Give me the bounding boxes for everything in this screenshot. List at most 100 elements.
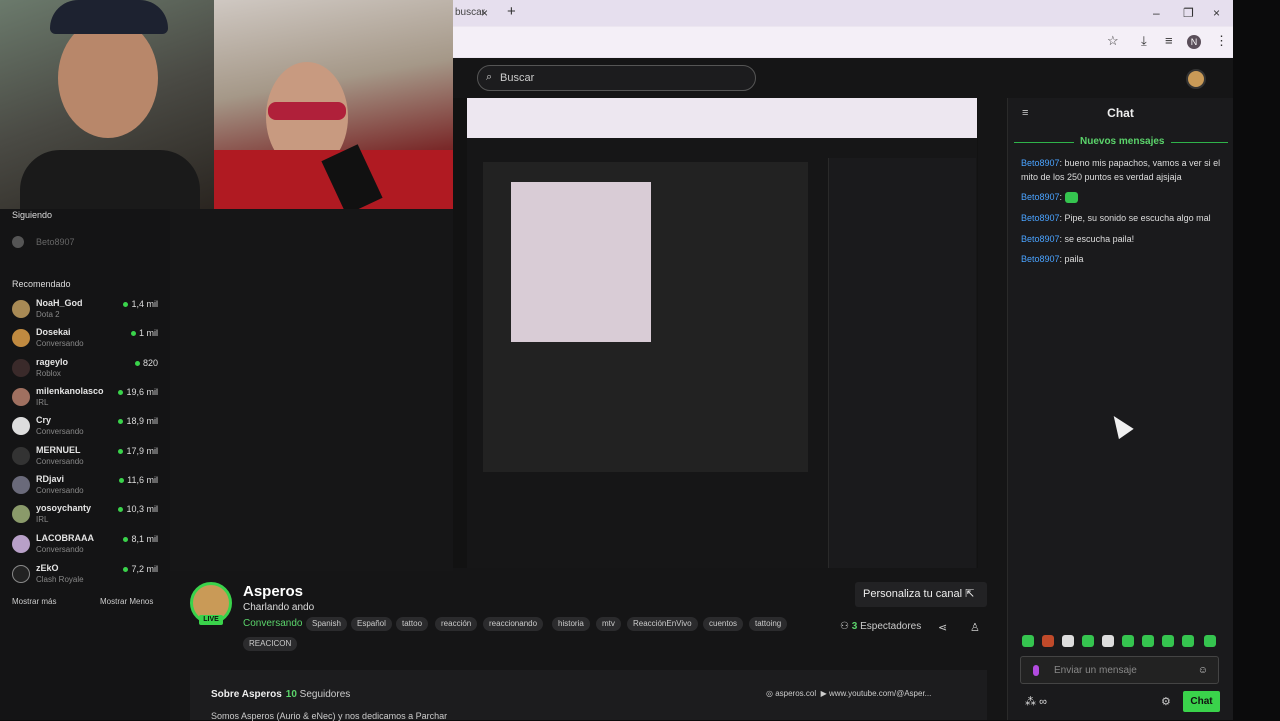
youtube-link[interactable]: ▶ www.youtube.com/@Asper... [821, 689, 932, 698]
tag[interactable]: Español [351, 617, 392, 631]
browser-chrome: buscar co × + – ❐ × ☆ ⤓ ≡ N ⋮ [453, 0, 1233, 58]
emote-icon[interactable] [1204, 635, 1216, 647]
tag[interactable]: reacción [435, 617, 478, 631]
new-tab-button[interactable]: + [507, 3, 516, 20]
chat-username[interactable]: Beto8907 [1021, 234, 1060, 244]
customize-channel-button[interactable]: Personaliza tu canal ⇱ [855, 582, 987, 607]
channel-category: IRL [36, 515, 49, 524]
viewers-number: 3 [851, 621, 858, 632]
search-icon: ⌕ [486, 71, 493, 83]
chat-username[interactable]: Beto8907 [1021, 254, 1060, 264]
sidebar-item[interactable]: Cry Conversando 18,9 mil [12, 414, 162, 440]
close-window-button[interactable]: × [1213, 6, 1220, 20]
emote-icon[interactable] [1042, 635, 1054, 647]
maximize-button[interactable]: ❐ [1183, 6, 1194, 20]
show-more-link[interactable]: Mostrar más [12, 597, 56, 606]
tag[interactable]: reaccionando [483, 617, 544, 631]
more-menu-icon[interactable]: ⋮ [1215, 33, 1228, 49]
chat-text: : Pipe, su sonido se escucha algo mal [1059, 213, 1211, 223]
sidebar-item[interactable]: rageylo Roblox 820 [12, 356, 162, 382]
following-item[interactable]: Beto8907 [12, 231, 162, 257]
emote-icon[interactable] [1122, 635, 1134, 647]
emote-icon[interactable] [1082, 635, 1094, 647]
sidebar-item[interactable]: Dosekai Conversando 1 mil [12, 326, 162, 352]
following-title: Siguiendo [12, 210, 53, 220]
search-input[interactable]: ⌕ Buscar [477, 65, 756, 91]
emote-icon [1064, 192, 1078, 204]
stream-video[interactable] [453, 98, 978, 568]
about-heading: Sobre Asperos [211, 689, 282, 700]
live-badge: LIVE [199, 615, 223, 625]
gear-icon[interactable]: ⚙ [1161, 695, 1171, 708]
chat-username[interactable]: Beto8907 [1021, 158, 1060, 168]
send-chat-button[interactable]: Chat [1183, 691, 1220, 712]
chat-message-input[interactable]: Enviar un mensaje ☺ [1020, 656, 1219, 684]
viewer-count: 820 [134, 358, 158, 368]
chat-panel: ≡ Chat Nuevos mensajes Beto8907: bueno m… [1007, 98, 1233, 720]
tag[interactable]: ReacciónEnVivo [627, 617, 698, 631]
follow-icon[interactable]: ♙ [970, 621, 980, 634]
mic-icon[interactable] [1033, 665, 1039, 676]
sidebar-item[interactable]: MERNUEL Conversando 17,9 mil [12, 444, 162, 470]
chat-username[interactable]: Beto8907 [1021, 213, 1060, 223]
channel-category: Conversando [36, 545, 84, 554]
followers-count: 10 [285, 689, 297, 700]
profile-avatar[interactable]: N [1187, 35, 1201, 49]
browser-tab[interactable]: buscar co × [453, 2, 497, 40]
channel-category: IRL [36, 398, 49, 407]
tag[interactable]: cuentos [703, 617, 744, 631]
share-icon[interactable]: ⋖ [938, 621, 947, 634]
tag[interactable]: mtv [596, 617, 621, 631]
viewers-label: Espectadores [860, 621, 922, 632]
viewer-count: 18,9 mil [118, 416, 158, 426]
sidebar-item[interactable]: yosoychanty IRL 10,3 mil [12, 502, 162, 528]
show-less-link[interactable]: Mostrar Menos [100, 597, 153, 606]
emote-icon[interactable] [1162, 635, 1174, 647]
sidebar-item[interactable]: RDjavi Conversando 11,6 mil [12, 473, 162, 499]
channel-category: Clash Royale [36, 575, 84, 584]
emote-icon[interactable] [1062, 635, 1074, 647]
chat-text: : se escucha paila! [1059, 234, 1135, 244]
chat-message: Beto8907: [1021, 190, 1226, 204]
tab-close-icon[interactable]: × [481, 2, 488, 24]
avatar [12, 388, 30, 406]
sidebar-item[interactable]: NoaH_God Dota 2 1,4 mil [12, 297, 162, 323]
emote-icon[interactable] [1142, 635, 1154, 647]
channel-name[interactable]: Asperos [243, 583, 303, 600]
tag[interactable]: tattoing [749, 617, 788, 631]
tag[interactable]: Spanish [306, 617, 347, 631]
download-icon[interactable]: ⤓ [1141, 33, 1147, 49]
channel-name: Cry [36, 415, 52, 425]
minimize-button[interactable]: – [1153, 6, 1160, 20]
user-avatar[interactable] [1186, 69, 1206, 89]
sidebar-item[interactable]: milenkanolasco IRL 19,6 mil [12, 385, 162, 411]
emote-icon[interactable] [1022, 635, 1034, 647]
about-title: Sobre Asperos 10 Seguidores [211, 689, 350, 700]
channel-name: rageylo [36, 357, 69, 367]
stream-category[interactable]: Conversando [243, 618, 302, 629]
tag[interactable]: historia [552, 617, 590, 631]
sidebar-item[interactable]: zEkO Clash Royale 7,2 mil [12, 562, 162, 588]
tag[interactable]: tattoo [396, 617, 429, 631]
emote-icon[interactable] [1182, 635, 1194, 647]
avatar [12, 300, 30, 318]
emote-icon[interactable] [1102, 635, 1114, 647]
emote-bar [1022, 635, 1222, 649]
viewer-count: 1 mil [130, 328, 158, 338]
emoji-icon[interactable]: ☺ [1198, 665, 1208, 676]
bookmark-star-icon[interactable]: ☆ [1107, 33, 1119, 49]
sidebar-item[interactable]: LACOBRAAA Conversando 8,1 mil [12, 532, 162, 558]
external-link-icon: ⇱ [965, 588, 975, 600]
chat-username[interactable]: Beto8907 [1021, 192, 1060, 202]
chat-title: Chat [1107, 106, 1134, 120]
media-queue-icon[interactable]: ≡ [1165, 33, 1173, 48]
channel-points[interactable]: ⁂ ∞ [1025, 695, 1047, 708]
followers-label: Seguidores [299, 689, 351, 700]
recommended-title: Recomendado [12, 279, 71, 289]
instagram-link[interactable]: ◎ asperos.col [766, 689, 816, 698]
sunglasses [268, 102, 346, 120]
viewer-count: 10,3 mil [118, 504, 158, 514]
viewer-count: 19,6 mil [118, 387, 158, 397]
viewer-count: 11,6 mil [119, 475, 158, 485]
tag[interactable]: REACICON [243, 637, 298, 651]
